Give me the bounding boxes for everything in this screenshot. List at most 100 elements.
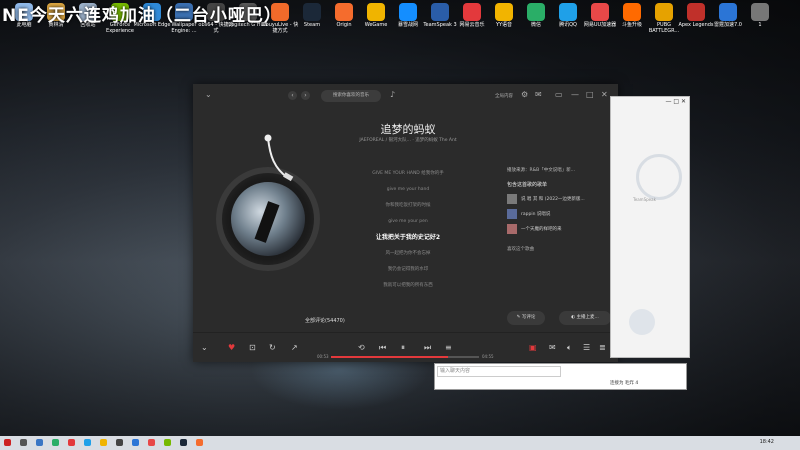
- app-icon: [655, 3, 673, 21]
- connection-status: 连接为 毛炸 4: [610, 381, 639, 386]
- like-icon[interactable]: ♥: [228, 343, 235, 352]
- playlist-item[interactable]: 说 唱 其 和 (2022一边更新版...: [507, 194, 607, 204]
- app-icon: [591, 3, 609, 21]
- taskbar-app-icon[interactable]: [116, 439, 123, 446]
- taskbar-app-icon[interactable]: [148, 439, 155, 446]
- desktop-icon[interactable]: 1: [740, 3, 780, 28]
- chat-box: 输入聊天内容 连接为 毛炸 4: [434, 363, 687, 390]
- loop-icon[interactable]: ⟲: [358, 343, 365, 352]
- share-icon[interactable]: ↗: [291, 343, 298, 352]
- clock[interactable]: 18:42: [760, 439, 774, 445]
- play-source[interactable]: 播放来源：R&B「中文说唱」新...: [507, 167, 607, 173]
- taskbar-app-icon[interactable]: [68, 439, 75, 446]
- chevron-down-icon[interactable]: ⌄: [201, 343, 208, 352]
- close-icon[interactable]: ✕: [601, 90, 608, 99]
- playlist-item[interactable]: rappin 说唱说: [507, 209, 607, 219]
- lyric-line: 你和我吃饭打架的时候: [385, 203, 431, 208]
- taskbar-app-icon[interactable]: [84, 439, 91, 446]
- back-icon[interactable]: ‹: [288, 91, 297, 100]
- song-title: 追梦的蚂蚁: [380, 123, 436, 136]
- playlist-title: rappin 说唱说: [521, 212, 551, 217]
- minimize-icon[interactable]: —: [571, 90, 579, 99]
- app-icon: [527, 3, 545, 21]
- mail-icon[interactable]: ✉: [535, 90, 542, 99]
- song-meta[interactable]: JAEFOREAL / 银河大队... · 追梦的蚂蚁 The Ant: [323, 137, 493, 143]
- write-comment-button[interactable]: ✎ 写评论: [507, 311, 545, 325]
- volume-icon[interactable]: 🔈︎: [567, 343, 572, 353]
- download-icon[interactable]: ⊡: [249, 343, 256, 352]
- playlist-icon[interactable]: ☰: [583, 343, 590, 352]
- lyric-line: 我仍会记得我的水印: [387, 267, 429, 272]
- previous-icon[interactable]: ⏮: [379, 343, 386, 353]
- app-icon: [399, 3, 417, 21]
- playlist-thumbnail: [507, 194, 517, 204]
- taskbar-app-icon[interactable]: [180, 439, 187, 446]
- app-icon: [431, 3, 449, 21]
- taskbar-app-icon[interactable]: [164, 439, 171, 446]
- start-icon[interactable]: [4, 439, 11, 446]
- lyric-line: 我就可以把我的所有东西: [383, 283, 433, 288]
- playlist-title: 说 唱 其 和 (2022一边更新版...: [521, 197, 585, 202]
- queue-icon[interactable]: ≣: [599, 343, 606, 352]
- search-input[interactable]: 搜索你喜欢的音乐: [321, 90, 381, 102]
- tonearm: [264, 134, 294, 182]
- lyric-line: give me your hand: [386, 187, 430, 192]
- settings-icon[interactable]: ⚙: [521, 90, 528, 99]
- next-icon[interactable]: ⏭: [424, 343, 431, 353]
- taskbar-app-icon[interactable]: [36, 439, 43, 446]
- teamspeak-titlebar: — □ ✕: [665, 98, 686, 105]
- app-icon: [303, 3, 321, 21]
- tonearm-head: [283, 172, 294, 182]
- playlist-title: 一个天魔的样吧的来: [521, 227, 562, 232]
- effects-icon[interactable]: ✉: [549, 343, 556, 352]
- share-icon: ◐: [571, 315, 576, 320]
- progress-bar[interactable]: [331, 356, 479, 358]
- playlist-thumbnail: [507, 224, 517, 234]
- comment-icon[interactable]: ↻: [269, 343, 276, 352]
- app-icon: [751, 3, 769, 21]
- quality-icon[interactable]: ▣: [529, 343, 537, 352]
- lyric-line: give me your pen: [388, 219, 428, 224]
- share-button[interactable]: ◐ 主播上麦...: [559, 311, 611, 325]
- playlist-item[interactable]: 一个天魔的样吧的来: [507, 224, 607, 234]
- all-comments-link[interactable]: 全部评论(54470): [305, 317, 345, 324]
- app-icon: [335, 3, 353, 21]
- pause-icon[interactable]: ⏸: [401, 343, 405, 353]
- lyric-line: GIVE ME YOUR HAND 给我你的手: [372, 171, 444, 176]
- maximize-icon[interactable]: □: [586, 90, 594, 99]
- titlebar-label[interactable]: 全局内容: [495, 93, 513, 99]
- app-icon: [623, 3, 641, 21]
- edit-icon: ✎: [516, 315, 521, 320]
- search-icon[interactable]: [20, 439, 27, 446]
- teamspeak-logo: [636, 154, 682, 200]
- app-icon: [687, 3, 705, 21]
- teamspeak-caption: TeamSpeak: [633, 197, 656, 202]
- time-elapsed: 00:53: [317, 354, 329, 359]
- app-icon: [367, 3, 385, 21]
- playlist-thumbnail: [507, 209, 517, 219]
- current-lyric-line: 让我把关于我的史记好2: [375, 234, 441, 241]
- mini-player-icon[interactable]: ▭: [555, 90, 563, 99]
- tonearm-rod: [267, 137, 289, 179]
- right-panel: 播放来源：R&B「中文说唱」新... 包含这首歌的歌单 说 唱 其 和 (202…: [507, 167, 607, 252]
- forward-icon[interactable]: ›: [301, 91, 310, 100]
- app-icon: [463, 3, 481, 21]
- app-icon: [559, 3, 577, 21]
- taskbar-app-icon[interactable]: [52, 439, 59, 446]
- player-titlebar: ⌄ ‹ › 搜索你喜欢的音乐 ♪ 全局内容 ⚙ ✉ ▭ — □ ✕: [193, 84, 618, 108]
- teamspeak-window: — □ ✕ TeamSpeak: [610, 96, 690, 358]
- similar-songs-header[interactable]: 喜欢这个歌曲: [507, 246, 607, 252]
- lyrics-icon[interactable]: ≡: [445, 343, 452, 352]
- taskbar-app-icon[interactable]: [100, 439, 107, 446]
- music-player-window: ⌄ ‹ › 搜索你喜欢的音乐 ♪ 全局内容 ⚙ ✉ ▭ — □ ✕ 追梦的蚂蚁 …: [193, 84, 618, 362]
- lyrics-panel: GIVE ME YOUR HAND 给我你的手 give me your hand…: [323, 166, 493, 294]
- chat-input[interactable]: 输入聊天内容: [437, 366, 561, 377]
- collapse-icon[interactable]: ⌄: [205, 90, 212, 99]
- taskbar-app-icon[interactable]: [132, 439, 139, 446]
- album-cover: [231, 182, 305, 256]
- lyric-line: 风一起把为你不会忘掉: [385, 251, 431, 256]
- mic-icon[interactable]: ♪: [390, 90, 395, 99]
- taskbar-app-icon[interactable]: [196, 439, 203, 446]
- desktop-icon-label: 1: [758, 22, 762, 28]
- app-icon: [719, 3, 737, 21]
